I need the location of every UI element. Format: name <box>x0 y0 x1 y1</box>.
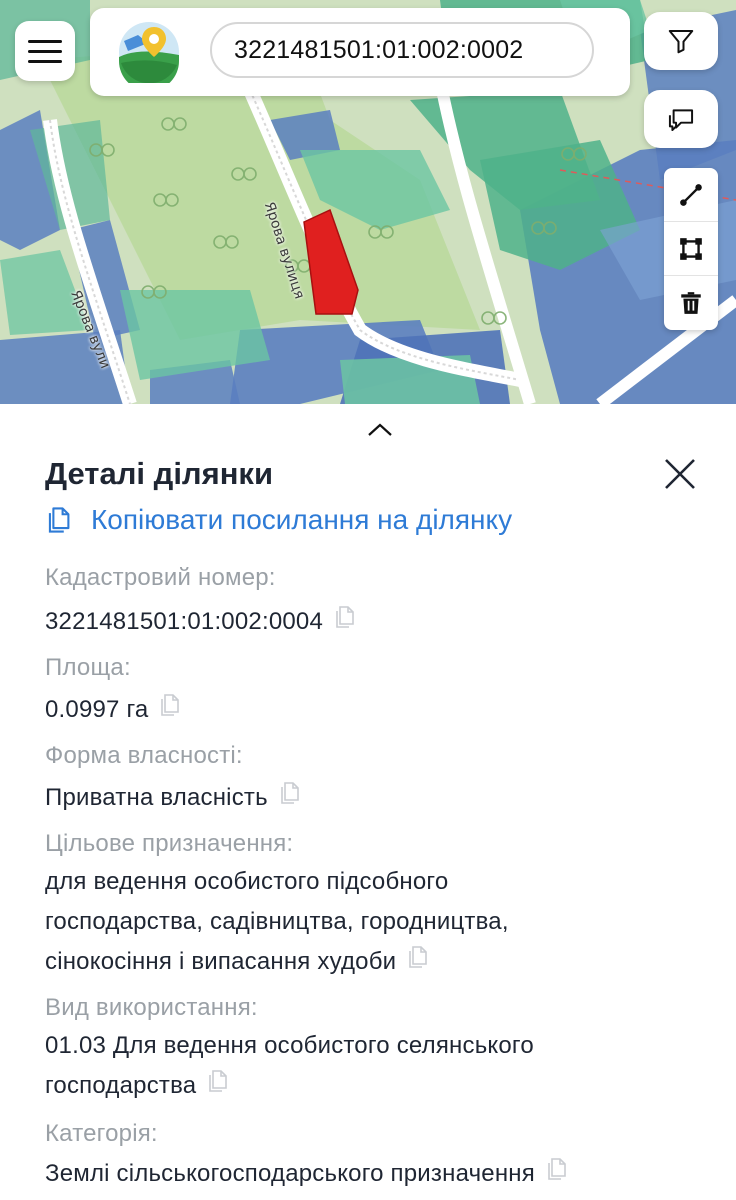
search-card: 3221481501:01:002:0002 <box>90 8 630 96</box>
measure-line-button[interactable] <box>664 168 718 222</box>
copy-link-button[interactable]: Копіювати посилання на ділянку <box>45 504 512 536</box>
field-label-usage: Вид використання: <box>45 994 258 1021</box>
feedback-icon <box>668 109 694 132</box>
close-icon[interactable] <box>660 454 700 494</box>
trash-icon <box>681 292 701 314</box>
field-label-category: Категорія: <box>45 1120 158 1147</box>
copy-icon[interactable] <box>333 604 355 630</box>
field-value-cadastral: 3221481501:01:002:0004 <box>45 602 685 642</box>
field-label-area: Площа: <box>45 654 131 681</box>
cadastral-search-input[interactable]: 3221481501:01:002:0002 <box>210 22 594 78</box>
delete-button[interactable] <box>664 276 718 330</box>
map-tools <box>664 168 718 330</box>
filter-icon <box>668 30 694 54</box>
app-logo-icon <box>119 22 179 83</box>
parcel-details-panel: Деталі ділянки Копіювати посилання на ді… <box>0 404 736 1200</box>
field-value-purpose: для ведення особистого підсобного господ… <box>45 868 509 975</box>
feedback-button[interactable] <box>644 90 718 148</box>
copy-icon[interactable] <box>206 1068 228 1094</box>
copy-icon[interactable] <box>278 780 300 806</box>
field-value-ownership: Приватна власність <box>45 778 685 818</box>
chevron-up-icon[interactable] <box>366 422 394 438</box>
menu-icon <box>28 39 62 43</box>
menu-button[interactable] <box>15 21 75 81</box>
field-value-usage: 01.03 Для ведення особистого селянського… <box>45 1032 534 1099</box>
copy-icon[interactable] <box>545 1156 567 1182</box>
field-label-purpose: Цільове призначення: <box>45 830 294 857</box>
copy-icon[interactable] <box>406 944 428 970</box>
copy-icon <box>48 507 70 533</box>
field-value-area: 0.0997 га <box>45 690 685 730</box>
field-label-ownership: Форма власності: <box>45 742 243 769</box>
copy-link-label: Копіювати посилання на ділянку <box>91 504 513 535</box>
field-label-cadastral: Кадастровий номер: <box>45 564 276 591</box>
field-value-category: Землі сільськогосподарського призначення <box>45 1154 725 1194</box>
panel-title: Деталі ділянки <box>45 456 274 491</box>
filter-button[interactable] <box>644 12 718 70</box>
copy-icon[interactable] <box>158 692 180 718</box>
measure-area-icon <box>680 237 702 260</box>
measure-area-button[interactable] <box>664 222 718 276</box>
measure-line-icon <box>680 183 702 206</box>
